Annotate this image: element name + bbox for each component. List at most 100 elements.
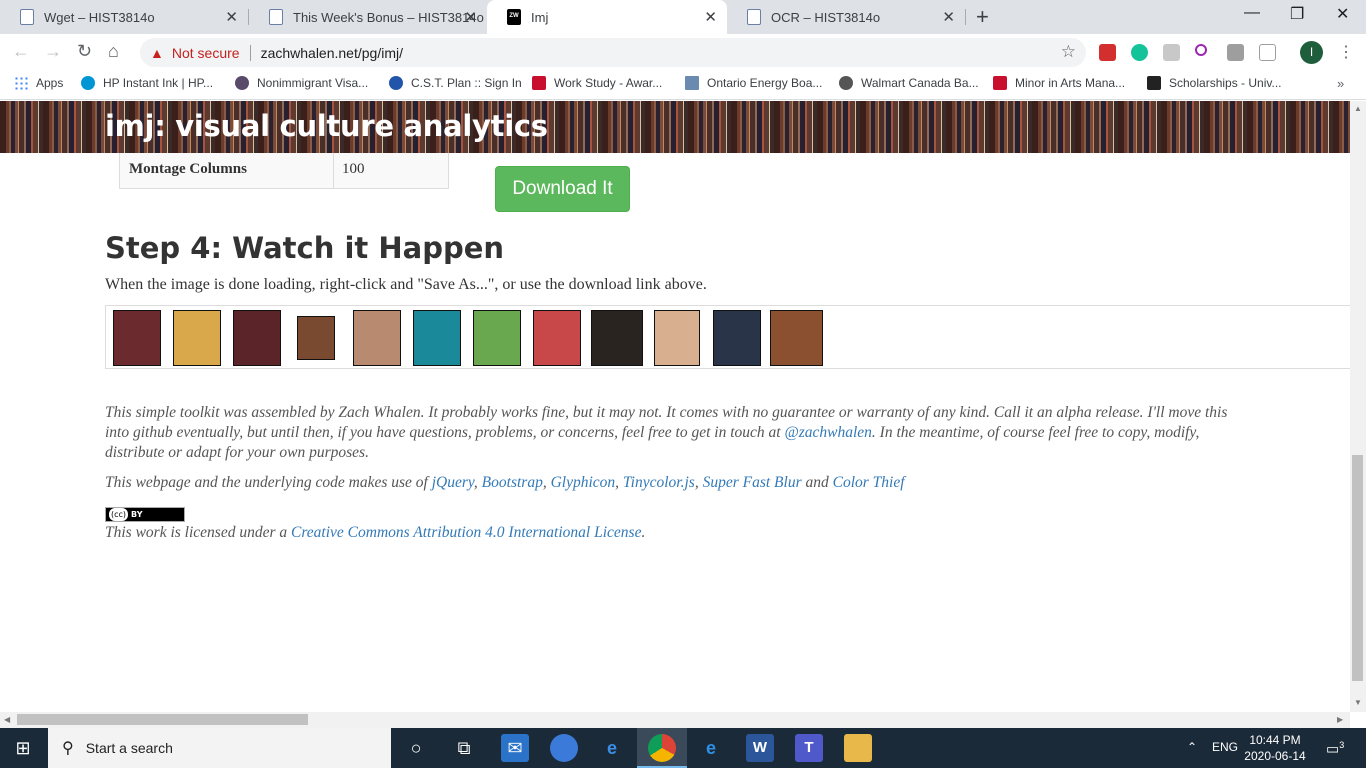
tab-title: This Week's Bonus – HIST3814o	[293, 9, 484, 25]
address-bar[interactable]: ▲ Not secure zachwhalen.net/pg/imj/ ☆	[140, 38, 1086, 67]
restore-icon[interactable]: ❐	[1290, 4, 1304, 24]
cc-by-label: BY	[131, 510, 143, 519]
search-extension-icon[interactable]	[1195, 44, 1207, 56]
language-indicator[interactable]: ENG	[1212, 740, 1238, 754]
chevron-up-icon[interactable]: ⌃	[1187, 740, 1197, 754]
chrome-icon[interactable]	[648, 734, 676, 762]
search-icon: ⚲	[62, 740, 74, 757]
tab-bonus[interactable]: This Week's Bonus – HIST3814o ✕	[249, 0, 487, 34]
scroll-up-arrow-icon[interactable]: ▲	[1354, 104, 1362, 113]
search-placeholder: Start a search	[85, 740, 173, 756]
extension-icon[interactable]	[1227, 44, 1244, 61]
step-description: When the image is done loading, right-cl…	[105, 276, 707, 293]
close-icon[interactable]: ✕	[464, 8, 477, 26]
tinycolor-link[interactable]: Tinycolor.js	[623, 474, 695, 491]
book-cover-thumbnail[interactable]	[413, 310, 461, 366]
book-cover-thumbnail[interactable]	[297, 316, 335, 360]
scroll-right-arrow-icon[interactable]: ▶	[1337, 715, 1343, 724]
bookmark-walmart[interactable]: Walmart Canada Ba...	[839, 76, 979, 90]
close-icon[interactable]: ✕	[942, 8, 955, 26]
extension-icon[interactable]	[1259, 44, 1276, 61]
super-fast-blur-link[interactable]: Super Fast Blur	[703, 474, 802, 491]
chevron-double-right-icon[interactable]: »	[1337, 76, 1344, 91]
scroll-down-arrow-icon[interactable]: ▼	[1354, 698, 1362, 707]
zw-favicon-icon: ZW	[507, 9, 521, 25]
apps-grid-icon	[14, 76, 28, 90]
book-cover-thumbnail[interactable]	[654, 310, 700, 366]
edge-icon[interactable]: e	[697, 734, 725, 762]
taskbar-search-box[interactable]: ⚲ Start a search	[48, 728, 391, 768]
bookmark-cst[interactable]: C.S.T. Plan :: Sign In	[389, 76, 522, 90]
clock-date: 2020-06-14	[1244, 749, 1306, 763]
license-paragraph: This work is licensed under a Creative C…	[105, 523, 1255, 543]
vertical-scrollbar[interactable]: ▲ ▼	[1350, 101, 1366, 712]
browser-toolbar: ← → ↻ ⌂ ▲ Not secure zachwhalen.net/pg/i…	[0, 34, 1366, 70]
vertical-scroll-thumb[interactable]	[1352, 455, 1363, 681]
montage-thumbnail-strip	[105, 305, 1350, 369]
internet-explorer-icon[interactable]: e	[598, 734, 626, 762]
grammarly-icon[interactable]	[1131, 44, 1148, 61]
url-text[interactable]: zachwhalen.net/pg/imj/	[261, 45, 403, 61]
book-cover-thumbnail[interactable]	[591, 310, 643, 366]
horizontal-scroll-thumb[interactable]	[17, 714, 308, 725]
bookmark-star-icon[interactable]: ☆	[1061, 42, 1076, 62]
extension-icon[interactable]	[1163, 44, 1180, 61]
bookmark-scholarships[interactable]: Scholarships - Univ...	[1147, 76, 1281, 90]
download-button[interactable]: Download It	[495, 166, 630, 212]
windows-start-icon[interactable]: ⊞	[0, 728, 46, 768]
book-cover-thumbnail[interactable]	[473, 310, 521, 366]
bookmark-visa[interactable]: Nonimmigrant Visa...	[235, 76, 368, 90]
forward-arrow-icon[interactable]: →	[44, 41, 62, 62]
book-cover-thumbnail[interactable]	[533, 310, 581, 366]
scroll-left-arrow-icon[interactable]: ◀	[4, 715, 10, 724]
book-cover-thumbnail[interactable]	[713, 310, 761, 366]
cc-license-badge[interactable]: (cc) BY	[105, 507, 185, 522]
cortana-icon[interactable]: ○	[402, 734, 430, 762]
task-view-icon[interactable]: ⧉	[450, 734, 478, 762]
bookmark-ontario-energy[interactable]: Ontario Energy Boa...	[685, 76, 822, 90]
kebab-menu-icon[interactable]: ⋮	[1338, 42, 1354, 62]
bootstrap-link[interactable]: Bootstrap	[482, 474, 543, 491]
jquery-link[interactable]: jQuery	[432, 474, 474, 491]
reload-icon[interactable]: ↻	[77, 41, 92, 62]
close-icon[interactable]: ✕	[225, 8, 238, 26]
book-cover-thumbnail[interactable]	[113, 310, 161, 366]
extension-icon[interactable]	[1099, 44, 1116, 61]
book-cover-thumbnail[interactable]	[353, 310, 401, 366]
word-icon[interactable]: W	[746, 734, 774, 762]
back-arrow-icon[interactable]: ←	[12, 41, 30, 62]
license-link[interactable]: Creative Commons Attribution 4.0 Interna…	[291, 524, 641, 541]
seal-icon	[235, 76, 249, 90]
tab-imj[interactable]: ZW Imj ✕	[487, 0, 727, 34]
table-label-cell: Montage Columns	[120, 153, 334, 188]
glyphicon-link[interactable]: Glyphicon	[551, 474, 616, 491]
horizontal-scrollbar[interactable]: ◀ ▶	[0, 712, 1350, 728]
tab-title: OCR – HIST3814o	[771, 9, 881, 25]
notification-center-icon[interactable]: ▭3	[1326, 740, 1344, 758]
new-tab-plus-icon[interactable]: +	[976, 4, 989, 30]
home-icon[interactable]: ⌂	[108, 41, 119, 62]
tab-ocr[interactable]: OCR – HIST3814o ✕	[727, 0, 965, 34]
twitter-handle-link[interactable]: @zachwhalen	[784, 424, 871, 441]
minimize-icon[interactable]: —	[1244, 4, 1260, 22]
document-icon	[747, 9, 761, 25]
bookmark-minor-arts[interactable]: Minor in Arts Mana...	[993, 76, 1125, 90]
mail-icon[interactable]: ✉	[501, 734, 529, 762]
tab-wget[interactable]: Wget – HIST3814o ✕	[0, 0, 248, 34]
not-secure-label[interactable]: Not secure	[172, 45, 240, 61]
book-cover-thumbnail[interactable]	[173, 310, 221, 366]
bookmark-apps[interactable]: Apps	[14, 76, 63, 90]
book-cover-thumbnail[interactable]	[770, 310, 823, 366]
bookmark-hp[interactable]: HP Instant Ink | HP...	[81, 76, 213, 90]
chromium-icon[interactable]	[550, 734, 578, 762]
book-cover-thumbnail[interactable]	[233, 310, 281, 366]
file-explorer-icon[interactable]	[844, 734, 872, 762]
close-icon[interactable]: ✕	[704, 8, 717, 26]
color-thief-link[interactable]: Color Thief	[833, 474, 905, 491]
bookmark-label: Walmart Canada Ba...	[861, 76, 979, 90]
bookmark-work-study[interactable]: Work Study - Awar...	[532, 76, 662, 90]
teams-icon[interactable]: T	[795, 734, 823, 762]
system-clock[interactable]: 10:44 PM 2020-06-14	[1240, 732, 1310, 764]
profile-avatar[interactable]: I	[1300, 41, 1323, 64]
window-close-icon[interactable]: ✕	[1336, 4, 1349, 24]
